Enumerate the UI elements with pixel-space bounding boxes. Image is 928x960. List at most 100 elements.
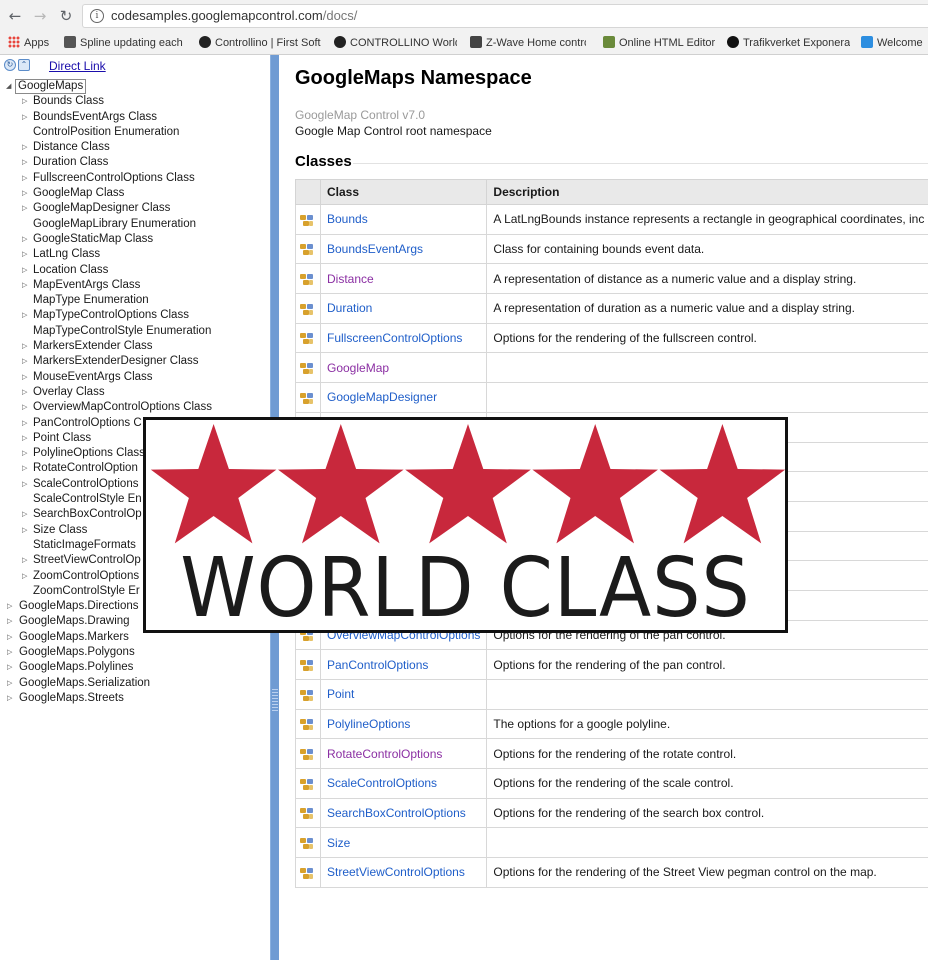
class-link[interactable]: RotateControlOptions <box>327 747 442 761</box>
tree-item[interactable]: GoogleMapLibrary Enumeration <box>0 217 270 232</box>
expand-arrow-icon[interactable]: ▷ <box>7 630 12 645</box>
class-link[interactable]: Distance <box>327 272 374 286</box>
class-link[interactable]: Duration <box>327 301 372 315</box>
expand-arrow-icon[interactable]: ▷ <box>22 431 27 446</box>
url-text[interactable]: codesamples.googlemapcontrol.com/docs/ <box>111 8 357 23</box>
tree-item[interactable]: ▷ MarkersExtenderDesigner Class <box>0 354 270 369</box>
tree-item[interactable]: ▷ MarkersExtender Class <box>0 339 270 354</box>
collapse-arrow-icon[interactable]: ◢ <box>6 79 11 94</box>
tree-item[interactable]: ▷ LatLng Class <box>0 247 270 262</box>
tree-item[interactable]: ▷ Duration Class <box>0 155 270 170</box>
splitter-grip-icon[interactable] <box>272 689 278 713</box>
expand-arrow-icon[interactable]: ▷ <box>7 676 12 691</box>
bookmark-7[interactable]: Welcome <box>861 35 923 51</box>
expand-arrow-icon[interactable]: ▷ <box>22 110 27 125</box>
expand-arrow-icon[interactable]: ▷ <box>22 308 27 323</box>
class-name-cell: FullscreenControlOptions <box>319 322 488 354</box>
class-link[interactable]: BoundsEventArgs <box>327 242 423 256</box>
expand-arrow-icon[interactable]: ▷ <box>22 354 27 369</box>
expand-arrow-icon[interactable]: ▷ <box>7 599 12 614</box>
expand-arrow-icon[interactable]: ▷ <box>7 614 12 629</box>
expand-arrow-icon[interactable]: ▷ <box>22 523 27 538</box>
class-link[interactable]: GoogleMap <box>327 361 389 375</box>
expand-arrow-icon[interactable]: ▷ <box>22 140 27 155</box>
expand-arrow-icon[interactable]: ▷ <box>22 569 27 584</box>
expand-arrow-icon[interactable]: ▷ <box>7 691 12 706</box>
class-link[interactable]: Bounds <box>327 212 368 226</box>
expand-arrow-icon[interactable]: ▷ <box>22 553 27 568</box>
bookmark-0[interactable]: Apps <box>8 35 49 51</box>
class-link[interactable]: PanControlOptions <box>327 658 428 672</box>
public-class-icon <box>300 303 314 316</box>
expand-arrow-icon[interactable]: ▷ <box>22 278 27 293</box>
expand-arrow-icon[interactable]: ▷ <box>22 171 27 186</box>
class-link[interactable]: ScaleControlOptions <box>327 776 437 790</box>
bookmark-5[interactable]: Online HTML Editor <box>603 35 715 51</box>
class-link[interactable]: StreetViewControlOptions <box>327 865 465 879</box>
class-link[interactable]: SearchBoxControlOptions <box>327 806 466 820</box>
collapse-all-icon[interactable]: ⌃ <box>18 59 30 71</box>
expand-arrow-icon[interactable]: ▷ <box>22 477 27 492</box>
direct-link[interactable]: Direct Link <box>49 59 106 73</box>
tree-item[interactable]: MapTypeControlStyle Enumeration <box>0 324 270 339</box>
reload-icon[interactable]: ↻ <box>56 6 76 26</box>
expand-arrow-icon[interactable]: ▷ <box>22 263 27 278</box>
expand-arrow-icon[interactable]: ▷ <box>22 339 27 354</box>
tree-item[interactable]: ▷ FullscreenControlOptions Class <box>0 171 270 186</box>
tree-item[interactable]: MapType Enumeration <box>0 293 270 308</box>
tree-item[interactable]: ▷ BoundsEventArgs Class <box>0 110 270 125</box>
tree-namespace[interactable]: ▷ GoogleMaps.Polygons <box>0 645 270 660</box>
class-icon-cell <box>295 204 321 235</box>
forward-arrow-icon[interactable]: → <box>30 6 50 26</box>
bookmark-3[interactable]: CONTROLLINO World <box>334 35 457 51</box>
tree-item[interactable]: ▷ Bounds Class <box>0 94 270 109</box>
tree-namespace[interactable]: ▷ GoogleMaps.Serialization <box>0 676 270 691</box>
expand-arrow-icon[interactable]: ▷ <box>22 416 27 431</box>
class-link[interactable]: GoogleMapDesigner <box>327 390 437 404</box>
bookmark-6[interactable]: Trafikverket Exponera <box>727 35 850 51</box>
expand-arrow-icon[interactable]: ▷ <box>22 385 27 400</box>
expand-arrow-icon[interactable]: ▷ <box>22 186 27 201</box>
tree-item[interactable]: ▷ GoogleMap Class <box>0 186 270 201</box>
tree-item[interactable]: ▷ GoogleStaticMap Class <box>0 232 270 247</box>
expand-arrow-icon[interactable]: ▷ <box>22 94 27 109</box>
expand-arrow-icon[interactable]: ▷ <box>22 461 27 476</box>
expand-arrow-icon[interactable]: ▷ <box>22 507 27 522</box>
tree-item[interactable]: ▷ MapEventArgs Class <box>0 278 270 293</box>
tree-namespace[interactable]: ▷ GoogleMaps.Streets <box>0 691 270 706</box>
expand-arrow-icon[interactable]: ▷ <box>22 370 27 385</box>
public-class-icon <box>300 689 314 702</box>
tree-item[interactable]: ▷ Overlay Class <box>0 385 270 400</box>
class-link[interactable]: Point <box>327 687 354 701</box>
bookmark-1[interactable]: Spline updating each <box>64 35 183 51</box>
tree-item[interactable]: ControlPosition Enumeration <box>0 125 270 140</box>
expand-arrow-icon[interactable]: ▷ <box>22 247 27 262</box>
tree-item[interactable]: ▷ GoogleMapDesigner Class <box>0 201 270 216</box>
expand-arrow-icon[interactable]: ▷ <box>22 400 27 415</box>
tree-item[interactable]: ▷ MouseEventArgs Class <box>0 370 270 385</box>
tree-item[interactable]: ▷ Distance Class <box>0 140 270 155</box>
expand-arrow-icon[interactable]: ▷ <box>7 645 12 660</box>
expand-arrow-icon[interactable]: ▷ <box>7 660 12 675</box>
public-class-icon <box>300 837 314 850</box>
tree-item[interactable]: ▷ OverviewMapControlOptions Class <box>0 400 270 415</box>
bookmark-2[interactable]: Controllino | First Soft <box>199 35 321 51</box>
expand-arrow-icon[interactable]: ▷ <box>22 155 27 170</box>
tree-item-label: LatLng Class <box>33 248 101 261</box>
expand-arrow-icon[interactable]: ▷ <box>22 446 27 461</box>
class-link[interactable]: Size <box>327 836 350 850</box>
bookmark-label: Spline updating each <box>80 37 183 49</box>
tree-item[interactable]: ▷ Location Class <box>0 263 270 278</box>
tree-namespace[interactable]: ▷ GoogleMaps.Polylines <box>0 660 270 675</box>
class-link[interactable]: PolylineOptions <box>327 717 410 731</box>
expand-arrow-icon[interactable]: ▷ <box>22 201 27 216</box>
tree-item[interactable]: ▷ MapTypeControlOptions Class <box>0 308 270 323</box>
info-icon[interactable]: i <box>90 9 104 23</box>
bookmark-4[interactable]: Z-Wave Home contro <box>470 35 586 51</box>
tree-root-googlemaps[interactable]: ◢ GoogleMaps <box>0 79 270 94</box>
address-bar[interactable]: i codesamples.googlemapcontrol.com/docs/ <box>82 4 928 28</box>
back-arrow-icon[interactable]: ← <box>5 6 25 26</box>
sync-toc-icon[interactable]: ↻ <box>4 59 16 71</box>
expand-arrow-icon[interactable]: ▷ <box>22 232 27 247</box>
class-link[interactable]: FullscreenControlOptions <box>327 331 462 345</box>
